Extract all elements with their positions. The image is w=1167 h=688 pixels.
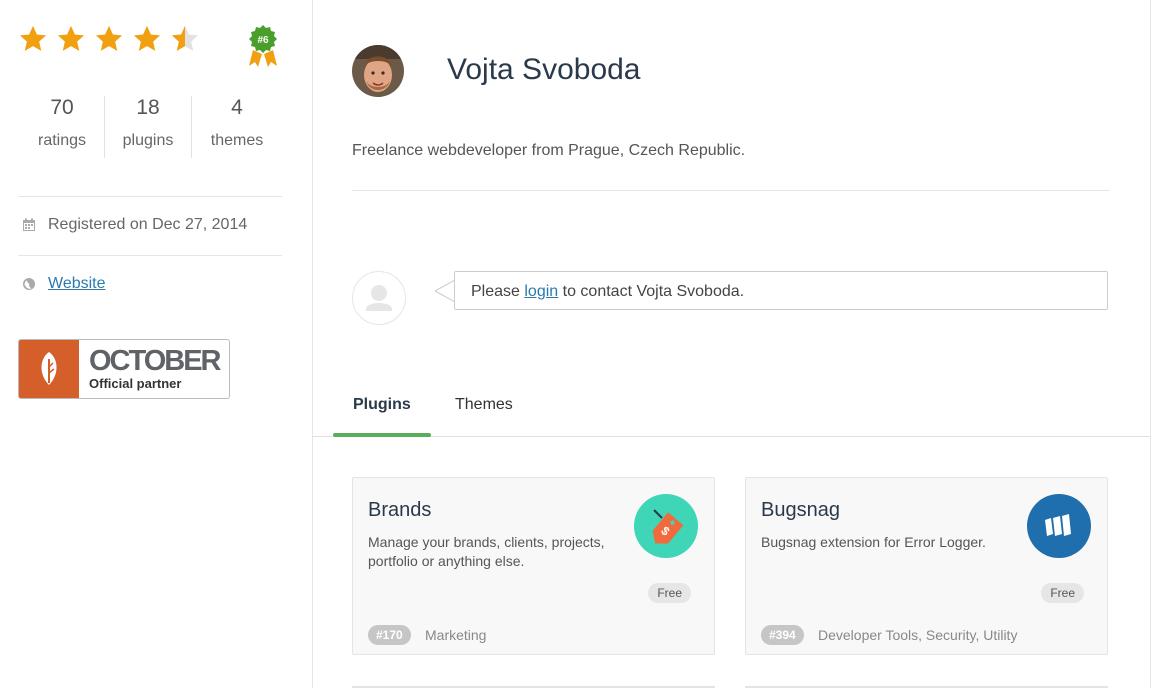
plugin-card-brands[interactable]: Brands Manage your brands, clients, proj… (352, 477, 715, 655)
contact-suffix: to contact Vojta Svoboda. (558, 283, 745, 300)
partner-subtitle: Official partner (89, 376, 182, 391)
rank-award-icon: #6 (249, 25, 277, 67)
partner-brand: OCTOBER (89, 345, 221, 377)
rating-stars (18, 24, 200, 54)
bio-divider (352, 190, 1110, 191)
avatar (352, 45, 404, 97)
bugsnag-logo-icon (1027, 494, 1091, 558)
plugin-title: Brands (368, 499, 432, 521)
profile-sidebar: #6 70 ratings 18 plugins 4 themes Regist… (0, 0, 313, 688)
calendar-icon (23, 218, 35, 231)
website-row: Website (22, 275, 106, 293)
speech-bubble-tail (435, 280, 455, 302)
profile-bio: Freelance webdeveloper from Prague, Czec… (352, 142, 746, 159)
profile-name: Vojta Svoboda (447, 53, 641, 86)
globe-icon (23, 278, 35, 290)
october-partner-badge[interactable]: OCTOBER Official partner (18, 339, 230, 399)
content-right-border (1150, 0, 1151, 688)
active-tab-indicator (333, 433, 431, 437)
star-full-icon (95, 25, 123, 51)
stat-label: plugins (122, 132, 174, 149)
plugin-description: Bugsnag extension for Error Logger. (761, 534, 986, 550)
plugin-description: Manage your brands, clients, projects, p… (368, 534, 605, 569)
sidebar-divider (18, 196, 282, 197)
registered-date: Registered on Dec 27, 2014 (22, 216, 247, 234)
rank-badge: #394 (761, 625, 804, 645)
star-full-icon (57, 25, 85, 51)
user-placeholder-icon (366, 285, 392, 311)
plugin-categories: Marketing (425, 627, 487, 643)
star-half-icon (171, 25, 199, 51)
contact-prefix: Please (471, 283, 525, 300)
rank-badge: #170 (368, 625, 411, 645)
tab-themes[interactable]: Themes (455, 396, 513, 414)
website-link[interactable]: Website (48, 275, 106, 293)
stat-themes: 4 themes (192, 96, 282, 158)
price-badge: Free (648, 583, 691, 603)
profile-tabs: Plugins Themes (312, 380, 1150, 437)
star-full-icon (133, 25, 161, 51)
plugin-card-bugsnag[interactable]: Bugsnag Bugsnag extension for Error Logg… (745, 477, 1108, 655)
plugin-categories: Developer Tools, Security, Utility (818, 627, 1018, 643)
price-badge: Free (1041, 583, 1084, 603)
profile-stats: 70 ratings 18 plugins 4 themes (20, 96, 282, 158)
stat-ratings: 70 ratings (20, 96, 104, 158)
sidebar-divider (18, 255, 282, 256)
stat-value: 4 (231, 96, 243, 119)
tab-plugins[interactable]: Plugins (353, 396, 411, 414)
login-link[interactable]: login (524, 283, 558, 300)
rank-badge-label: #6 (257, 35, 269, 46)
guest-avatar (352, 271, 406, 325)
partner-text: OCTOBER Official partner (79, 340, 221, 398)
registered-text: Registered on Dec 27, 2014 (48, 216, 248, 233)
october-leaf-logo (19, 340, 79, 398)
user-photo-icon (352, 45, 404, 97)
contact-message: Please login to contact Vojta Svoboda. (454, 271, 1108, 310)
stat-label: ratings (37, 132, 87, 149)
stat-label: themes (210, 132, 264, 149)
plugin-title: Bugsnag (761, 499, 840, 521)
price-tag-icon: $ (634, 494, 698, 558)
stat-plugins: 18 plugins (105, 96, 191, 158)
leaf-icon (41, 352, 57, 385)
star-full-icon (19, 25, 47, 51)
stat-value: 70 (50, 96, 74, 119)
stat-value: 18 (136, 96, 160, 119)
